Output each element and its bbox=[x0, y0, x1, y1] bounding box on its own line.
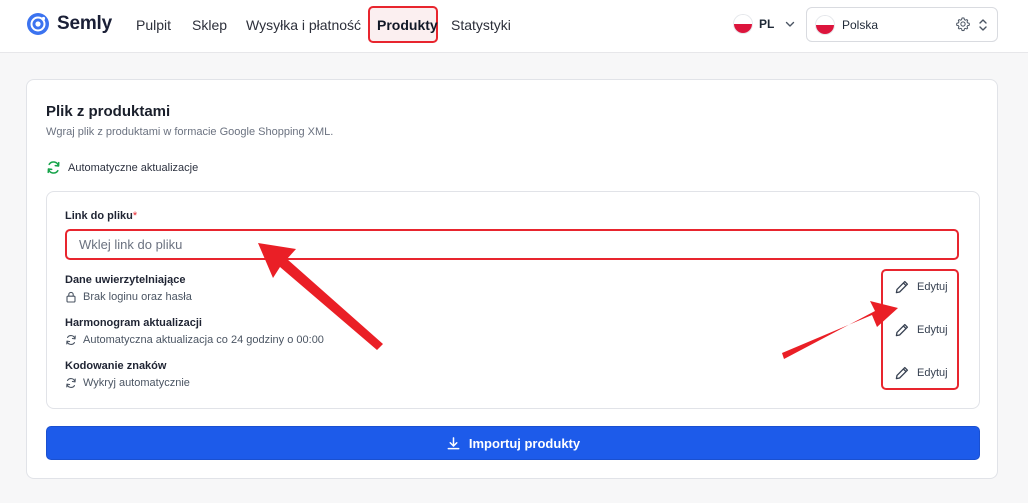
refresh-icon bbox=[47, 161, 60, 174]
update-schedule-value: Automatyczna aktualizacja co 24 godziny … bbox=[65, 334, 965, 346]
poland-flag-icon bbox=[816, 15, 834, 34]
credentials-text: Brak loginu oraz hasła bbox=[83, 291, 192, 303]
product-file-card: Plik z produktami Wgraj plik z produktam… bbox=[26, 79, 998, 479]
edit-encoding-label: Edytuj bbox=[917, 367, 948, 379]
pencil-icon bbox=[895, 366, 909, 380]
edit-encoding-button[interactable]: Edytuj bbox=[894, 365, 948, 381]
file-link-input[interactable] bbox=[65, 229, 959, 260]
pencil-icon bbox=[895, 280, 909, 294]
update-schedule-text: Automatyczna aktualizacja co 24 godziny … bbox=[83, 334, 324, 346]
app-logo[interactable]: Semly bbox=[26, 12, 112, 36]
refresh-icon bbox=[66, 335, 76, 345]
nav-item-statystyki[interactable]: Statystyki bbox=[451, 17, 511, 33]
nav-item-pulpit[interactable]: Pulpit bbox=[136, 17, 171, 33]
file-settings-panel: Link do pliku* Dane uwierzytelniające Br… bbox=[46, 191, 980, 409]
auto-updates-indicator: Automatyczne aktualizacje bbox=[46, 160, 198, 175]
credentials-title: Dane uwierzytelniające bbox=[65, 274, 186, 286]
poland-flag-icon bbox=[734, 15, 752, 33]
pencil-icon bbox=[895, 323, 909, 337]
edit-credentials-label: Edytuj bbox=[917, 281, 948, 293]
encoding-text: Wykryj automatycznie bbox=[83, 377, 190, 389]
gear-icon[interactable] bbox=[955, 16, 971, 32]
refresh-icon bbox=[66, 378, 76, 388]
card-title: Plik z produktami bbox=[46, 103, 171, 120]
country-name: Polska bbox=[842, 17, 879, 32]
update-schedule-row: Harmonogram aktualizacji Automatyczna ak… bbox=[65, 317, 965, 346]
edit-schedule-button[interactable]: Edytuj bbox=[894, 322, 948, 338]
lock-icon bbox=[66, 291, 76, 303]
required-marker: * bbox=[132, 210, 138, 222]
nav-item-sklep[interactable]: Sklep bbox=[192, 17, 227, 33]
app-name: Semly bbox=[57, 13, 112, 34]
language-code: PL bbox=[759, 17, 775, 31]
import-products-button[interactable]: Importuj produkty bbox=[46, 426, 980, 460]
encoding-title: Kodowanie znaków bbox=[65, 360, 167, 372]
edit-credentials-button[interactable]: Edytuj bbox=[894, 279, 948, 295]
update-schedule-title: Harmonogram aktualizacji bbox=[65, 317, 202, 329]
country-selector[interactable]: Polska bbox=[806, 7, 998, 42]
nav-item-wysylka-i-platnosc[interactable]: Wysyłka i płatność bbox=[246, 17, 361, 33]
chevron-down-icon bbox=[786, 21, 795, 27]
encoding-row: Kodowanie znaków Wykryj automatycznie bbox=[65, 360, 965, 389]
credentials-row: Dane uwierzytelniające Brak loginu oraz … bbox=[65, 274, 965, 303]
download-icon bbox=[447, 436, 460, 449]
link-label-text: Link do pliku bbox=[65, 210, 133, 222]
encoding-value: Wykryj automatycznie bbox=[65, 377, 965, 389]
auto-updates-label: Automatyczne aktualizacje bbox=[68, 161, 199, 174]
top-navigation-bar: Semly Pulpit Sklep Wysyłka i płatność Pr… bbox=[0, 0, 1028, 53]
import-products-label: Importuj produkty bbox=[468, 435, 581, 451]
card-subtitle: Wgraj plik z produktami w formacie Googl… bbox=[46, 126, 334, 138]
language-selector[interactable]: PL bbox=[734, 15, 796, 33]
link-field-label: Link do pliku* bbox=[65, 210, 137, 222]
nav-item-produkty[interactable]: Produkty bbox=[377, 17, 438, 33]
edit-schedule-label: Edytuj bbox=[917, 324, 948, 336]
chevron-up-down-icon bbox=[979, 19, 987, 31]
credentials-value: Brak loginu oraz hasła bbox=[65, 291, 965, 303]
semly-logo-icon bbox=[27, 13, 49, 35]
